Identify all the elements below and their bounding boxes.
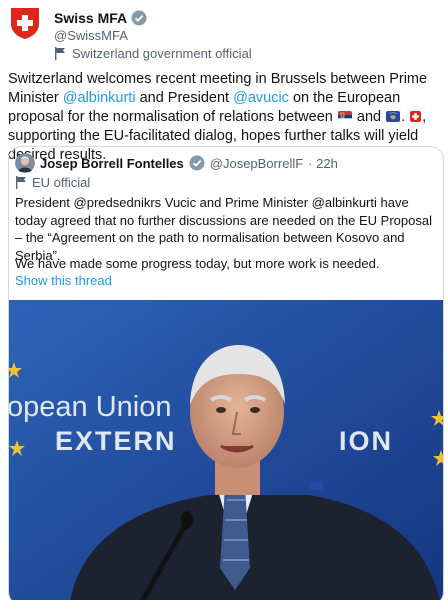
tweet-text-segment: and President — [135, 90, 234, 106]
mention-avucic[interactable]: @avucic — [233, 90, 289, 106]
quote-timestamp[interactable]: · 22h — [308, 156, 338, 171]
author-name[interactable]: Swiss MFA — [54, 10, 127, 26]
show-thread-link[interactable]: Show this thread — [15, 273, 112, 288]
author-handle[interactable]: @SwissMFA — [54, 28, 128, 43]
quote-author-avatar[interactable] — [15, 153, 35, 173]
photo-backdrop-text: ION — [339, 426, 393, 456]
author-name-row: Swiss MFA — [54, 10, 147, 26]
quote-header: Josep Borrell Fontelles @JosepBorrellF ·… — [15, 153, 338, 173]
quote-text-second-paragraph: We have made some progress today, but mo… — [15, 256, 380, 271]
quote-photo[interactable]: opean Union EXTERN ION — [9, 300, 443, 600]
flag-icon — [55, 47, 65, 60]
photo-backdrop-text: opean Union — [9, 391, 171, 423]
verified-badge-icon — [189, 155, 205, 171]
quote-text: President @predsednikrs Vucic and Prime … — [15, 195, 432, 263]
flag-icon — [16, 176, 26, 189]
avatar[interactable] — [8, 6, 42, 40]
government-label: Switzerland government official — [54, 46, 252, 61]
government-label-text: Switzerland government official — [72, 46, 252, 61]
eu-official-label: EU official — [15, 175, 90, 190]
mention-albinkurti[interactable]: @albinkurti — [63, 90, 136, 106]
quote-author-handle[interactable]: @JosepBorrellF — [210, 156, 303, 171]
tweet-text-segment: and — [352, 109, 386, 125]
tweet-header: Swiss MFA @SwissMFA Switzerland governme… — [8, 6, 440, 62]
quote-author-name[interactable]: Josep Borrell Fontelles — [40, 156, 184, 171]
switzerland-flag-icon — [410, 111, 422, 122]
photo-backdrop-text: EXTERN — [55, 426, 177, 456]
tweet-text-segment: . — [401, 109, 410, 125]
verified-badge-icon — [131, 10, 147, 26]
eu-official-text: EU official — [32, 175, 91, 190]
serbia-flag-icon — [337, 111, 352, 122]
quoted-tweet[interactable]: Josep Borrell Fontelles @JosepBorrellF ·… — [8, 146, 444, 600]
kosovo-flag-icon — [386, 111, 401, 122]
